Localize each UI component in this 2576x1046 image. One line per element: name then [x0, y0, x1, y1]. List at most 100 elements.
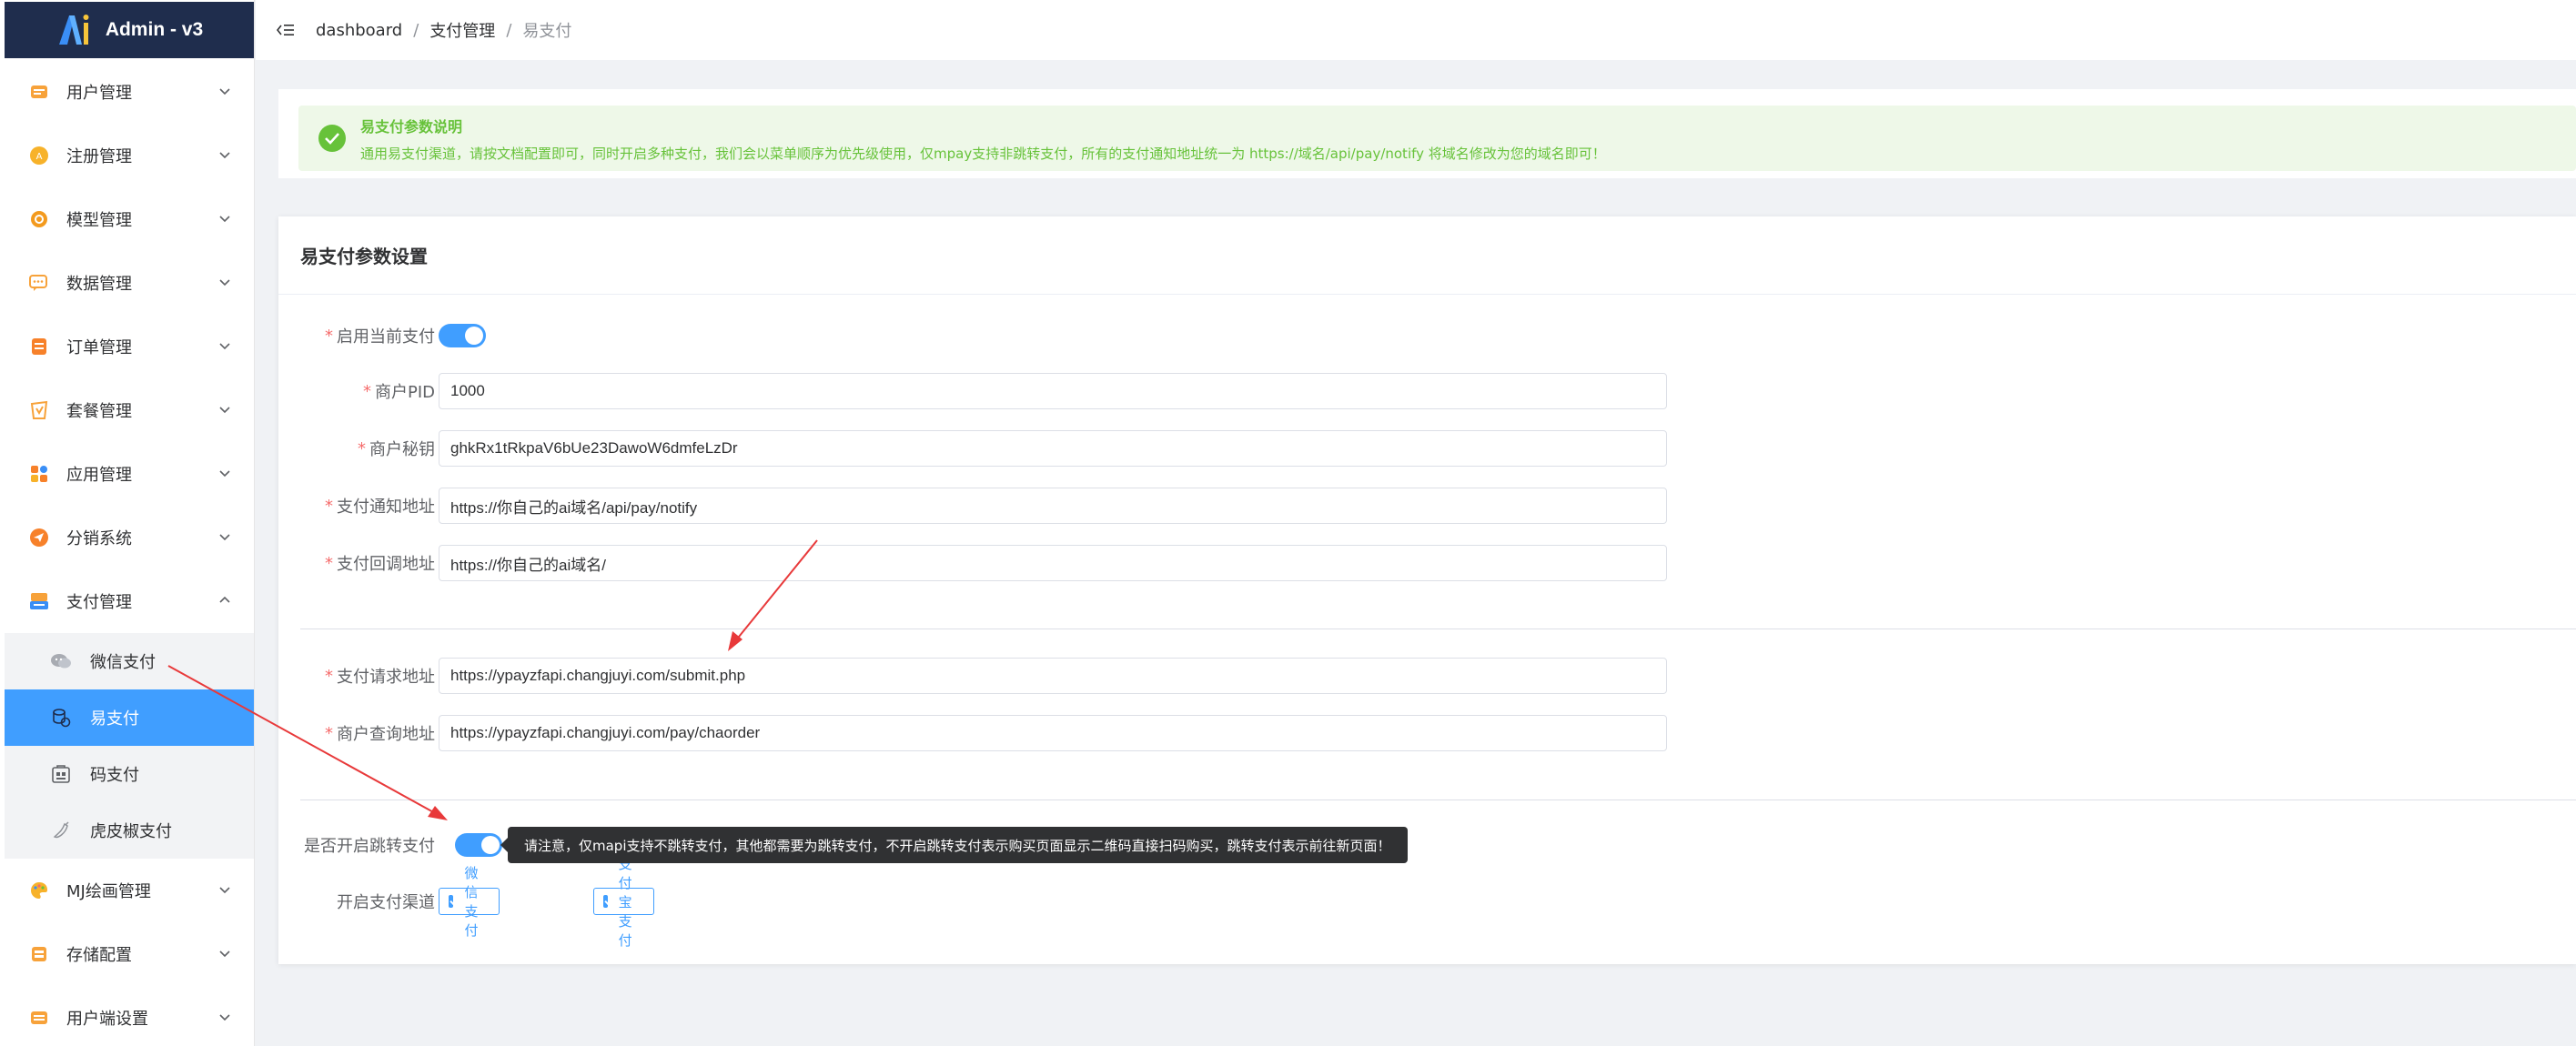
- form-row-secret: * 商户秘钥 ghkRx1tRkpaV6bUe23DawoW6dmfeLzDr: [300, 430, 1711, 467]
- channels-label: 开启支付渠道: [337, 893, 435, 912]
- breadcrumb-separator: /: [506, 20, 512, 40]
- form-row-query: * 商户查询地址 https://ypayzfapi.changjuyi.com/…: [300, 715, 1711, 751]
- order-list-icon: [28, 336, 50, 357]
- send-plane-icon: [28, 527, 50, 548]
- client-settings-icon: [28, 1007, 50, 1029]
- sidebar-item-label: 注册管理: [66, 147, 132, 166]
- chat-data-icon: [28, 272, 50, 294]
- model-gear-icon: [28, 208, 50, 230]
- app-title: Admin - v3: [105, 19, 204, 40]
- sidebar-item-label: 分销系统: [66, 529, 132, 548]
- sidebar-item-label: 应用管理: [66, 466, 132, 485]
- storage-icon: [28, 943, 50, 965]
- secret-input[interactable]: ghkRx1tRkpaV6bUe23DawoW6dmfeLzDr: [439, 430, 1667, 467]
- alert-title: 易支付参数说明: [360, 118, 463, 136]
- package-icon: [28, 399, 50, 421]
- query-url-label: * 商户查询地址: [325, 723, 435, 745]
- payment-terminal-icon: [28, 590, 50, 612]
- check-circle-icon: [318, 125, 346, 152]
- sidebar-item-distribution[interactable]: 分销系统: [5, 506, 254, 569]
- redirect-tooltip: 请注意，仅mapi支持不跳转支付，其他都需要为跳转支付，不开启跳转支付表示购买页…: [500, 827, 1408, 863]
- channel-alipay-checkbox[interactable]: 支付宝支付: [593, 856, 655, 949]
- sidebar-item-label: 模型管理: [66, 211, 132, 230]
- palette-icon: [28, 880, 50, 901]
- channel-wechat-checkbox[interactable]: 微信支付: [439, 865, 500, 939]
- checkbox-checked-icon: [603, 895, 608, 908]
- form-row-pid: * 商户PID 1000: [300, 373, 1711, 409]
- sidebar-item-data[interactable]: 数据管理: [5, 251, 254, 315]
- enable-switch[interactable]: [439, 324, 486, 347]
- sidebar-item-apps[interactable]: 应用管理: [5, 442, 254, 506]
- sidebar-item-mj-drawing[interactable]: MJ绘画管理: [5, 859, 254, 922]
- return-url-label: * 支付回调地址: [325, 553, 435, 575]
- chevron-down-icon: [219, 534, 230, 541]
- secret-label: * 商户秘钥: [358, 438, 435, 460]
- sidebar-item-label: 用户管理: [66, 84, 132, 103]
- sidebar-item-register[interactable]: A 注册管理: [5, 124, 254, 187]
- notify-url-input[interactable]: https://你自己的ai域名/api/pay/notify: [439, 488, 1667, 524]
- success-alert: 易支付参数说明 通用易支付渠道，请按文档配置即可，同时开启多种支付，我们会以菜单…: [298, 106, 2576, 171]
- sidebar-item-users[interactable]: 用户管理: [5, 60, 254, 124]
- breadcrumb-payments[interactable]: 支付管理: [429, 18, 495, 42]
- sidebar-item-client-settings[interactable]: 用户端设置: [5, 986, 254, 1046]
- api-url-input[interactable]: https://ypayzfapi.changjuyi.com/submit.p…: [439, 658, 1667, 694]
- redirect-label: 是否开启跳转支付: [304, 837, 435, 856]
- top-header: dashboard / 支付管理 / 易支付: [256, 0, 2576, 60]
- wechat-icon: [50, 650, 72, 672]
- logo-icon: [56, 12, 93, 48]
- chevron-down-icon: [219, 887, 230, 894]
- user-card-icon: [28, 81, 50, 103]
- checkbox-label: 支付宝支付: [618, 855, 632, 949]
- register-badge-icon: A: [28, 145, 50, 166]
- enable-label: * 启用当前支付: [325, 326, 435, 347]
- chevron-down-icon: [219, 950, 230, 958]
- apps-grid-icon: [28, 463, 50, 485]
- sidebar-item-packages[interactable]: 套餐管理: [5, 378, 254, 442]
- chevron-down-icon: [219, 88, 230, 96]
- sidebar-item-label: 存储配置: [66, 946, 132, 965]
- form-row-notify: * 支付通知地址 https://你自己的ai域名/api/pay/notify: [300, 488, 1711, 524]
- sidebar-item-storage[interactable]: 存储配置: [5, 922, 254, 986]
- chevron-down-icon: [219, 216, 230, 223]
- alert-description: 通用易支付渠道，请按文档配置即可，同时开启多种支付，我们会以菜单顺序为优先级使用…: [360, 146, 1606, 162]
- collapse-menu-icon[interactable]: [276, 20, 296, 40]
- notify-url-label: * 支付通知地址: [325, 496, 435, 518]
- breadcrumb-separator: /: [413, 20, 419, 40]
- sidebar-item-models[interactable]: 模型管理: [5, 187, 254, 251]
- chevron-down-icon: [219, 1014, 230, 1021]
- info-alert-panel: 易支付参数说明 通用易支付渠道，请按文档配置即可，同时开启多种支付，我们会以菜单…: [278, 89, 2576, 178]
- redirect-switch[interactable]: [455, 833, 502, 857]
- form-row-api: * 支付请求地址 https://ypayzfapi.changjuyi.com/…: [300, 658, 1711, 694]
- sidebar-item-payments[interactable]: 支付管理: [5, 569, 254, 633]
- sidebar-menu: 用户管理 A 注册管理 模型管理 数据管理 订单管理 套餐管理 应用管理 分销系…: [5, 60, 254, 1046]
- sidebar-item-label: 虎皮椒支付: [90, 822, 172, 841]
- return-url-input[interactable]: https://你自己的ai域名/: [439, 545, 1667, 581]
- sidebar-item-label: 易支付: [90, 709, 139, 729]
- pid-label: * 商户PID: [362, 381, 435, 403]
- logo[interactable]: Admin - v3: [5, 2, 254, 58]
- breadcrumb-dashboard[interactable]: dashboard: [316, 21, 402, 40]
- sidebar-item-label: 订单管理: [66, 338, 132, 357]
- form-row-return: * 支付回调地址 https://你自己的ai域名/: [300, 545, 1711, 581]
- breadcrumb: dashboard / 支付管理 / 易支付: [316, 18, 571, 42]
- sidebar-item-code-pay[interactable]: 码支付: [5, 746, 254, 802]
- sidebar-item-hupijiao-pay[interactable]: 虎皮椒支付: [5, 802, 254, 859]
- pepper-icon: [50, 820, 72, 841]
- svg-text:A: A: [36, 152, 43, 162]
- sidebar-item-orders[interactable]: 订单管理: [5, 315, 254, 378]
- chevron-down-icon: [219, 152, 230, 159]
- sidebar-item-label: 微信支付: [90, 653, 156, 672]
- sidebar-item-label: 支付管理: [66, 593, 132, 612]
- sidebar-item-wechat-pay[interactable]: 微信支付: [5, 633, 254, 689]
- sidebar-item-label: 数据管理: [66, 275, 132, 294]
- pid-input[interactable]: 1000: [439, 373, 1667, 409]
- sidebar-item-label: 套餐管理: [66, 402, 132, 421]
- sidebar-item-epay[interactable]: 易支付: [5, 689, 254, 746]
- payments-submenu: 微信支付 易支付 码支付 虎皮椒支付: [5, 633, 254, 859]
- coins-icon: [50, 707, 72, 729]
- sidebar: Admin - v3 用户管理 A 注册管理 模型管理 数据管理 订单管理 套餐…: [0, 0, 255, 1046]
- checkbox-checked-icon: [449, 895, 454, 908]
- chevron-up-icon: [219, 596, 230, 603]
- sidebar-item-label: 码支付: [90, 766, 139, 785]
- query-url-input[interactable]: https://ypayzfapi.changjuyi.com/pay/chao…: [439, 715, 1667, 751]
